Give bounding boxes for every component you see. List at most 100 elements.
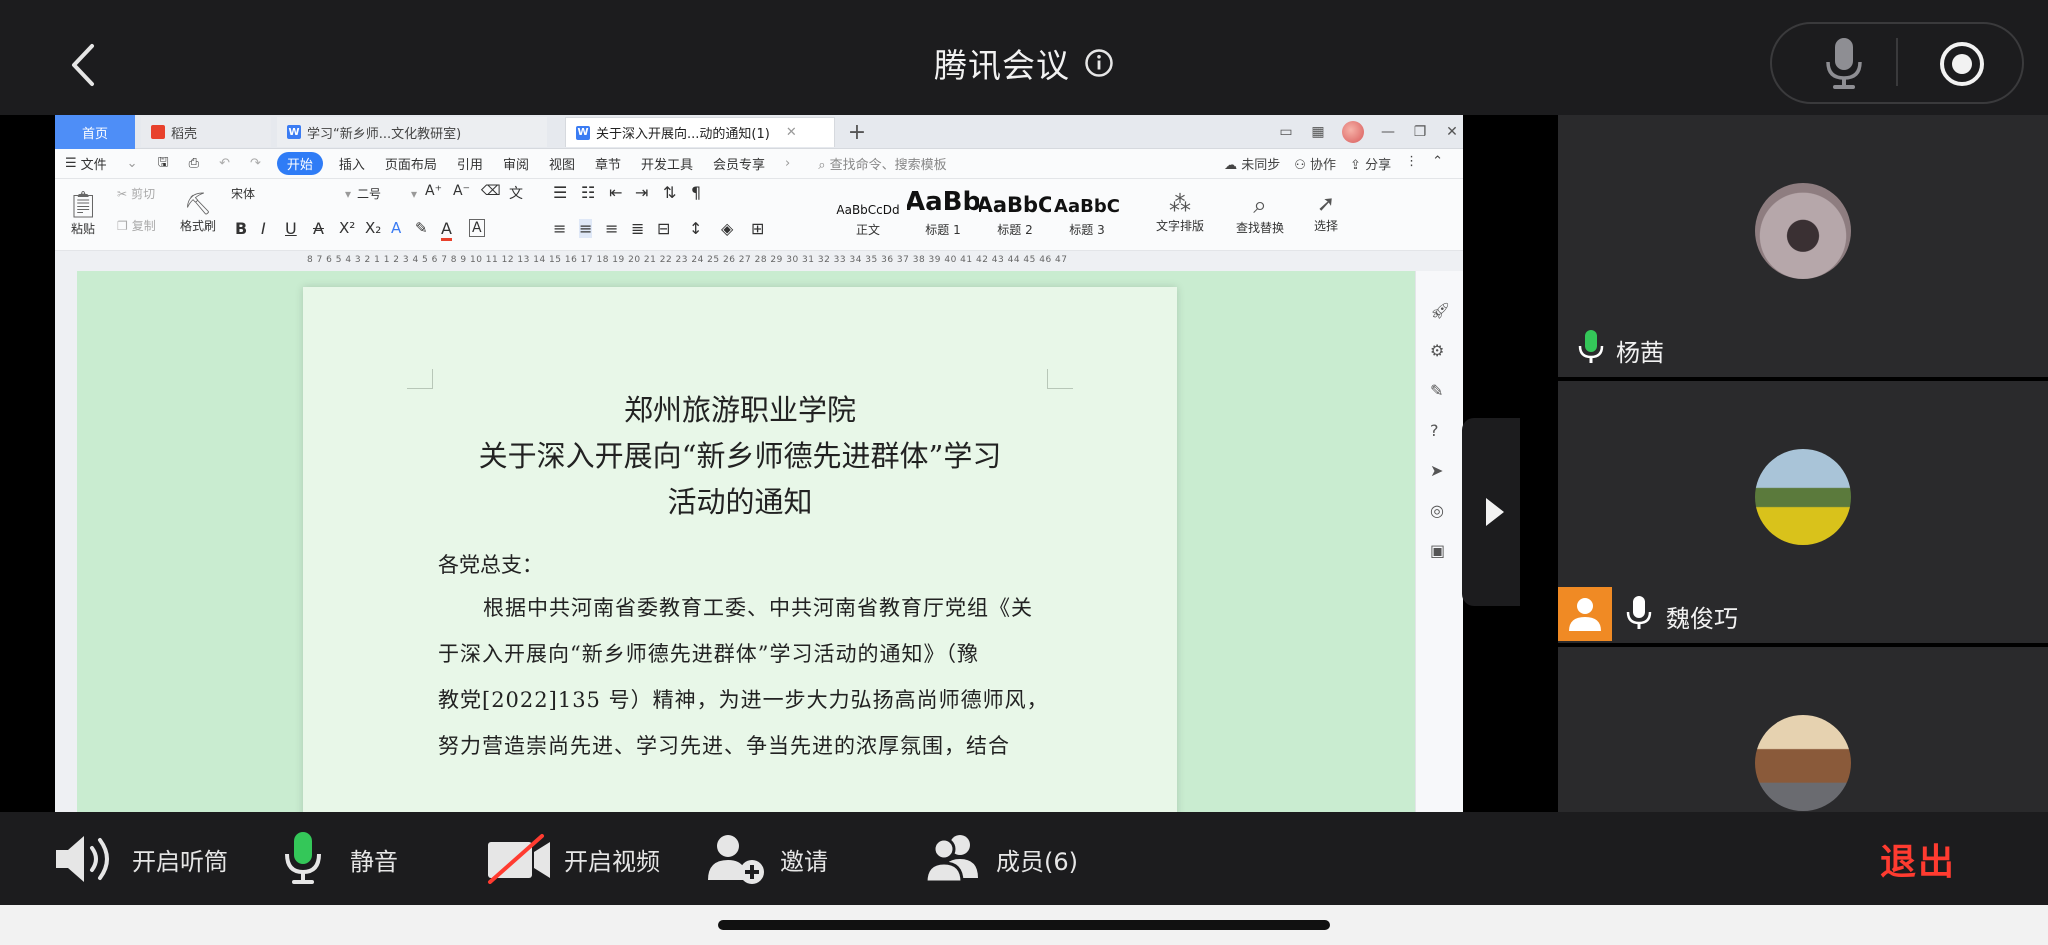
menu-member[interactable]: 会员专享 xyxy=(703,154,775,173)
layout-icon[interactable]: ▭ xyxy=(1278,124,1294,140)
tab-notice-doc[interactable]: W 关于深入开展向...动的通知(1) ✕ xyxy=(565,117,835,147)
menu-dev-tools[interactable]: 开发工具 xyxy=(631,154,703,173)
microphone-icon[interactable] xyxy=(1820,36,1868,92)
sync-status[interactable]: ☁ 未同步 xyxy=(1224,154,1280,173)
menu-page-layout[interactable]: 页面布局 xyxy=(375,154,447,173)
text-effect-icon[interactable]: A xyxy=(391,219,401,237)
mute-button[interactable]: 静音 xyxy=(282,832,398,886)
print-icon[interactable]: ⎙ xyxy=(179,156,209,171)
subscript-icon[interactable]: X₂ xyxy=(365,219,381,237)
new-tab-button[interactable]: + xyxy=(845,117,869,147)
shrink-font-icon[interactable]: A⁻ xyxy=(453,183,470,199)
bullets-icon[interactable]: ☰ xyxy=(553,183,567,202)
justify-icon[interactable]: ≣ xyxy=(631,219,644,238)
close-window-icon[interactable]: ✕ xyxy=(1444,124,1460,140)
style-heading-3[interactable]: AaBbC 标题 3 xyxy=(1051,183,1123,243)
align-right-icon[interactable]: ≡ xyxy=(605,219,618,238)
vertical-ruler[interactable] xyxy=(55,271,77,812)
tab-home[interactable]: 首页 xyxy=(55,115,135,149)
style-heading-1[interactable]: AaBb 标题 1 xyxy=(907,183,979,243)
image-icon[interactable]: ▣ xyxy=(1430,541,1450,561)
minimize-icon[interactable]: — xyxy=(1380,124,1396,140)
undo-icon[interactable]: ↶ xyxy=(209,156,240,171)
share-button[interactable]: ⇪ 分享 xyxy=(1350,154,1391,173)
menu-view[interactable]: 视图 xyxy=(539,154,585,173)
menu-reference[interactable]: 引用 xyxy=(447,154,493,173)
style-heading-2[interactable]: AaBbC 标题 2 xyxy=(979,183,1051,243)
phonetic-icon[interactable]: 文 xyxy=(509,183,523,203)
user-avatar[interactable] xyxy=(1342,121,1364,143)
sliders-icon[interactable]: ⚙ xyxy=(1430,341,1450,361)
menu-file[interactable]: 文件 xyxy=(81,154,117,173)
restore-icon[interactable]: ❐ xyxy=(1412,124,1428,140)
italic-icon[interactable]: I xyxy=(261,219,266,238)
copy-button[interactable]: ❐ 复制 xyxy=(117,217,156,234)
font-color-icon[interactable]: A xyxy=(441,219,452,241)
grid-icon[interactable]: ▦ xyxy=(1310,124,1326,140)
bold-icon[interactable]: B xyxy=(235,219,247,238)
hamburger-icon[interactable]: ☰ xyxy=(55,156,81,171)
menu-insert[interactable]: 插入 xyxy=(329,154,375,173)
info-icon[interactable] xyxy=(1084,48,1114,78)
line-spacing-icon[interactable]: ↕ xyxy=(689,219,702,238)
pointer-icon[interactable]: ➤ xyxy=(1430,461,1450,481)
invite-button[interactable]: 邀请 xyxy=(706,832,828,886)
indent-icon[interactable]: ⇥ xyxy=(635,183,648,202)
rocket-icon[interactable]: 🚀︎ xyxy=(1430,301,1450,321)
paste-button[interactable]: 📋︎ 粘贴 xyxy=(63,183,103,243)
home-indicator[interactable] xyxy=(718,920,1330,930)
compass-icon[interactable]: ◎ xyxy=(1430,501,1450,521)
more-icon[interactable]: ⋮ xyxy=(1405,154,1418,173)
menu-review[interactable]: 审阅 xyxy=(493,154,539,173)
menu-section[interactable]: 章节 xyxy=(585,154,631,173)
tab-daoke[interactable]: 稻壳 xyxy=(141,117,271,147)
menu-start[interactable]: 开始 xyxy=(276,152,323,175)
collab-button[interactable]: ⚇ 协作 xyxy=(1294,154,1336,173)
format-painter-button[interactable]: ⛏ 格式刷 xyxy=(173,183,223,243)
video-button[interactable]: 开启视频 xyxy=(486,832,660,886)
char-border-icon[interactable]: A xyxy=(469,219,485,237)
exit-button[interactable]: 退出 xyxy=(1880,832,1956,886)
document-page[interactable]: 郑州旅游职业学院 关于深入开展向“新乡师德先进群体”学习 活动的通知 各党总支：… xyxy=(303,287,1177,812)
horizontal-ruler[interactable]: 8 7 6 5 4 3 2 1 1 2 3 4 5 6 7 8 9 10 11 … xyxy=(55,251,1463,271)
chevron-right-icon[interactable]: › xyxy=(775,156,800,171)
cut-button[interactable]: ✂ 剪切 xyxy=(117,185,155,202)
clear-format-icon[interactable]: ⌫ xyxy=(481,183,501,199)
superscript-icon[interactable]: X² xyxy=(339,219,355,237)
numbering-icon[interactable]: ☷ xyxy=(581,183,595,202)
select-button[interactable]: ➚ 选择 xyxy=(1301,183,1351,243)
align-center-icon[interactable]: ≡ xyxy=(579,219,593,238)
command-search[interactable]: ⌕ 查找命令、搜索模板 xyxy=(818,154,1048,173)
borders-icon[interactable]: ⊞ xyxy=(751,219,764,238)
collapse-ribbon-icon[interactable]: ⌃ xyxy=(1432,154,1443,173)
outdent-icon[interactable]: ⇤ xyxy=(609,183,622,202)
highlight-icon[interactable]: ✎ xyxy=(415,219,428,237)
help-icon[interactable]: ? xyxy=(1430,421,1450,441)
shared-screen[interactable]: 首页 稻壳 W 学习“新乡师...文化教研室) W 关于深入开展向...动的通知(1… xyxy=(0,115,1558,812)
members-button[interactable]: 成员(6) xyxy=(924,832,1078,886)
chevron-down-icon[interactable]: ⌄ xyxy=(117,156,148,171)
underline-icon[interactable]: U xyxy=(285,219,297,238)
distribute-icon[interactable]: ⊟ xyxy=(657,219,670,238)
redo-icon[interactable]: ↷ xyxy=(240,156,271,171)
strikethrough-icon[interactable]: A xyxy=(313,219,324,238)
pen-icon[interactable]: ✎ xyxy=(1430,381,1450,401)
grow-font-icon[interactable]: A⁺ xyxy=(425,183,442,199)
shading-icon[interactable]: ◈ xyxy=(721,219,733,238)
show-marks-icon[interactable]: ¶ xyxy=(691,183,701,202)
expand-panel-button[interactable] xyxy=(1462,418,1520,606)
participant-tile[interactable]: 杨茜 xyxy=(1558,115,2048,377)
record-icon[interactable] xyxy=(1938,40,1986,88)
font-name-select[interactable]: 宋体 ▾ xyxy=(231,185,351,202)
sort-icon[interactable]: ⇅ xyxy=(663,183,676,202)
tab-study-doc[interactable]: W 学习“新乡师...文化教研室) xyxy=(277,117,547,147)
align-left-icon[interactable]: ≡ xyxy=(553,219,566,238)
font-size-select[interactable]: 二号 ▾ xyxy=(357,185,417,202)
close-icon[interactable]: ✕ xyxy=(786,125,797,140)
participant-tile[interactable]: 魏俊巧 xyxy=(1558,381,2048,643)
save-icon[interactable]: 🖫 xyxy=(148,153,179,175)
style-normal[interactable]: AaBbCcDd 正文 xyxy=(833,183,903,243)
find-replace-button[interactable]: ⌕ 查找替换 xyxy=(1225,183,1295,243)
speaker-button[interactable]: 开启听筒 xyxy=(52,832,228,886)
text-layout-button[interactable]: ⁂ 文字排版 xyxy=(1145,183,1215,243)
